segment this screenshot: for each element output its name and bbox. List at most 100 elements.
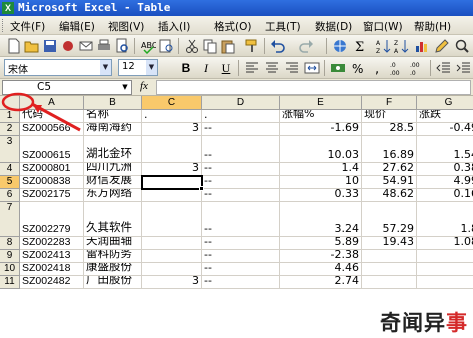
cell-g6[interactable]: 0.16 [417,189,473,202]
italic-button[interactable]: I [198,60,214,76]
cell-g11[interactable] [417,276,473,289]
cell-e7[interactable]: 3.24 [280,202,362,237]
open-icon[interactable] [24,38,40,54]
menu-help[interactable]: 帮助(H) [414,19,451,34]
cell-a8[interactable]: SZ002283 [20,237,84,250]
sort-ascending-icon[interactable]: AZ [376,38,392,54]
cell-d9[interactable]: -- [202,250,280,263]
cell-a3[interactable]: SZ000615 [20,136,84,163]
cell-b5[interactable]: 财信发展 [84,176,142,189]
menu-format[interactable]: 格式(O) [214,19,251,34]
row-header-11[interactable]: 11 [0,276,20,289]
cell-c1[interactable]: . [142,110,202,123]
cell-d10[interactable]: -- [202,263,280,276]
cell-c8[interactable] [142,237,202,250]
comma-style-icon[interactable]: , [370,60,386,76]
menu-insert[interactable]: 插入(I) [158,19,190,34]
cell-e3[interactable]: 10.03 [280,136,362,163]
cell-f6[interactable]: 48.62 [362,189,417,202]
spelling-icon[interactable]: ABC [140,38,156,54]
active-cell-border[interactable] [141,175,203,190]
cell-a4[interactable]: SZ000801 [20,163,84,176]
cell-g1[interactable]: 涨跌 [417,110,473,123]
copy-icon[interactable] [202,38,218,54]
cell-c11[interactable]: 3 [142,276,202,289]
menu-tools[interactable]: 工具(T) [265,19,301,34]
fill-handle[interactable] [199,186,204,191]
cell-g2[interactable]: -0.49 [417,123,473,136]
cell-e2[interactable]: -1.69 [280,123,362,136]
merge-center-icon[interactable] [304,60,320,76]
format-painter-icon[interactable] [244,38,260,54]
cell-f2[interactable]: 28.5 [362,123,417,136]
research-icon[interactable] [158,38,174,54]
cell-a9[interactable]: SZ002413 [20,250,84,263]
cell-e9[interactable]: -2.38 [280,250,362,263]
cell-f10[interactable] [362,263,417,276]
redo-icon[interactable] [298,38,314,54]
cell-e11[interactable]: 2.74 [280,276,362,289]
cell-f9[interactable] [362,250,417,263]
excel-app-icon[interactable]: X [2,2,14,14]
permission-icon[interactable] [60,38,76,54]
cell-c3[interactable] [142,136,202,163]
save-icon[interactable] [42,38,58,54]
cell-a2[interactable]: SZ000566 [20,123,84,136]
currency-icon[interactable] [330,60,346,76]
decrease-decimal-icon[interactable]: .00.0 [410,60,426,76]
cell-b8[interactable]: 天润曲轴 [84,237,142,250]
print-icon[interactable] [96,38,112,54]
email-icon[interactable] [78,38,94,54]
cell-c6[interactable] [142,189,202,202]
cell-d7[interactable]: -- [202,202,280,237]
cell-d1[interactable]: . [202,110,280,123]
cell-d4[interactable]: -- [202,163,280,176]
align-left-icon[interactable] [244,60,260,76]
cell-b9[interactable]: 雷科防务 [84,250,142,263]
sort-descending-icon[interactable]: ZA [394,38,410,54]
font-name-select[interactable]: 宋体 ▼ [4,59,112,76]
cell-b6[interactable]: 东方网络 [84,189,142,202]
cell-d8[interactable]: -- [202,237,280,250]
cell-g10[interactable] [417,263,473,276]
autosum-icon[interactable]: Σ [352,38,368,54]
increase-decimal-icon[interactable]: .0.00 [390,60,406,76]
cell-f1[interactable]: 现价 [362,110,417,123]
menu-file[interactable]: 文件(F) [10,19,45,34]
increase-indent-icon[interactable] [456,60,472,76]
chevron-down-icon[interactable]: ▼ [100,60,111,75]
print-preview-icon[interactable] [114,38,130,54]
cell-f7[interactable]: 57.29 [362,202,417,237]
cell-c10[interactable] [142,263,202,276]
cell-d11[interactable]: -- [202,276,280,289]
cell-a7[interactable]: SZ002279 [20,202,84,237]
cell-e10[interactable]: 4.46 [280,263,362,276]
menu-view[interactable]: 视图(V) [108,19,144,34]
cell-a1[interactable]: 代码 [20,110,84,123]
cell-e6[interactable]: 0.33 [280,189,362,202]
cell-c2[interactable]: 3 [142,123,202,136]
cell-b4[interactable]: 四川九洲 [84,163,142,176]
cell-f4[interactable]: 27.62 [362,163,417,176]
cell-e1[interactable]: 涨幅% [280,110,362,123]
column-header-c[interactable]: C [142,96,202,110]
align-center-icon[interactable] [264,60,280,76]
font-size-select[interactable]: 12 ▼ [118,59,158,76]
cell-b2[interactable]: 海南海药 [84,123,142,136]
worksheet-grid[interactable]: ABCDEFGH1代码名称..涨幅%现价涨跌涨速%2SZ000566海南海药3-… [0,96,473,338]
cell-e8[interactable]: 5.89 [280,237,362,250]
cell-b11[interactable]: 广田股份 [84,276,142,289]
column-header-b[interactable]: B [84,96,142,110]
cell-f5[interactable]: 54.91 [362,176,417,189]
decrease-indent-icon[interactable] [436,60,452,76]
select-all-corner[interactable] [0,96,20,110]
underline-button[interactable]: U [218,60,234,76]
percent-icon[interactable]: % [350,60,366,76]
cell-d2[interactable]: -- [202,123,280,136]
new-icon[interactable] [6,38,22,54]
cell-e4[interactable]: 1.4 [280,163,362,176]
bold-button[interactable]: B [178,60,194,76]
insert-function-icon[interactable]: fx [140,80,148,92]
paste-icon[interactable] [220,38,236,54]
cell-g7[interactable]: 1.8 [417,202,473,237]
